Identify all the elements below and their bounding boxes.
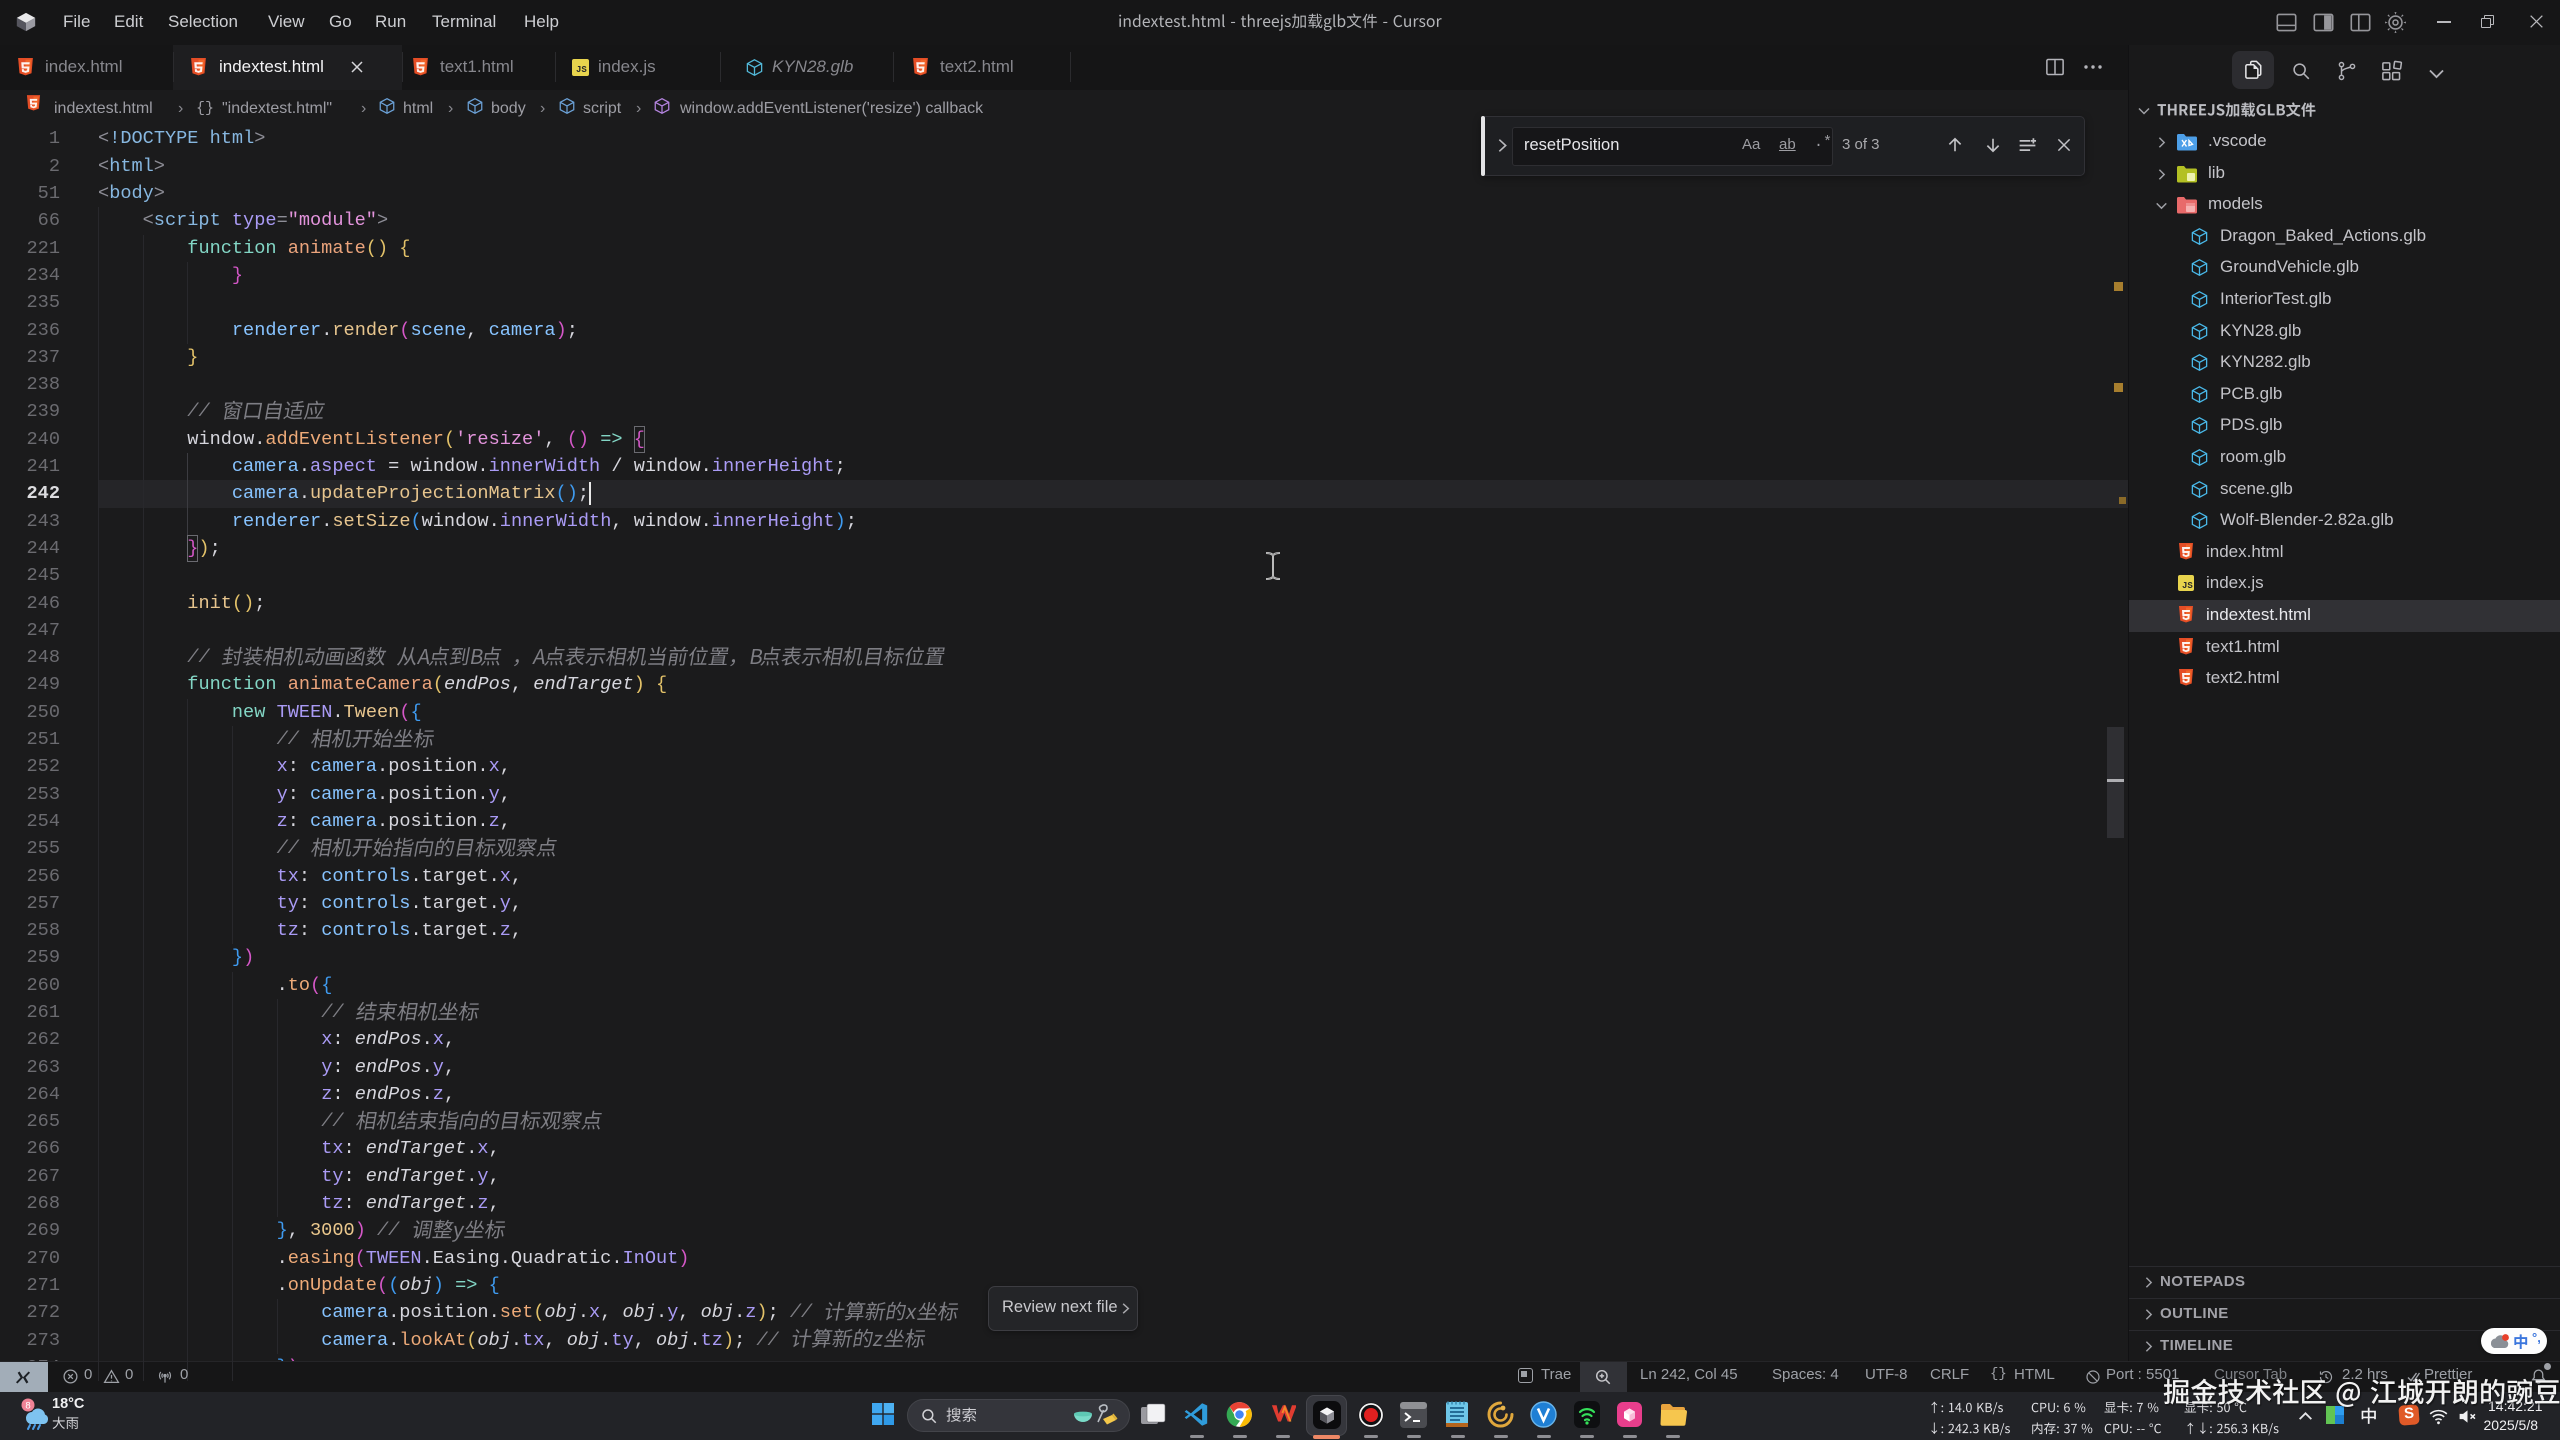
svg-text:8: 8 xyxy=(25,1401,30,1412)
